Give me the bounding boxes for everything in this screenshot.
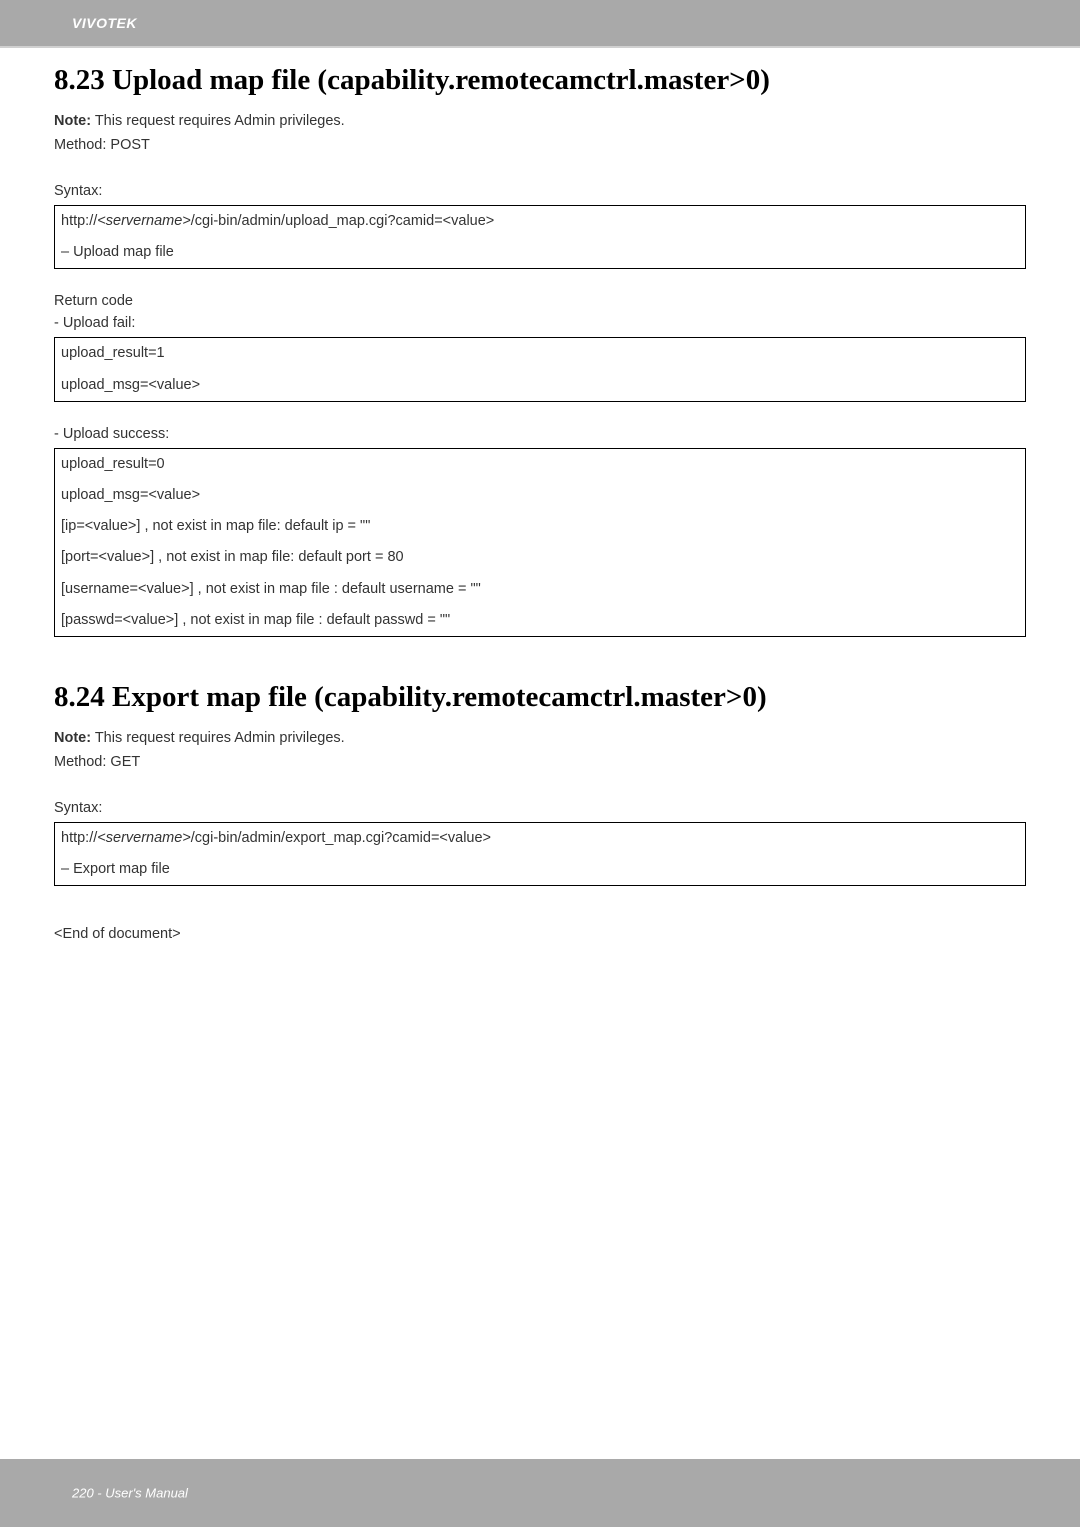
- method-823: Method: POST: [54, 137, 1026, 153]
- upload-fail-label: - Upload fail:: [54, 315, 1026, 331]
- success-line-3: [ip=<value>] , not exist in map file: de…: [55, 511, 1025, 542]
- success-line-4: [port=<value>] , not exist in map file: …: [55, 542, 1025, 573]
- syntax-url-path-824: /cgi-bin/admin/export_map.cgi?camid=<val…: [191, 830, 491, 846]
- syntax-url-path: /cgi-bin/admin/upload_map.cgi?camid=<val…: [191, 213, 494, 229]
- syntax-line-1: http://<servername>/cgi-bin/admin/upload…: [55, 206, 1025, 237]
- section-heading-824: 8.24 Export map file (capability.remotec…: [54, 681, 1026, 714]
- success-line-1: upload_result=0: [55, 449, 1025, 480]
- end-of-document: <End of document>: [54, 926, 1026, 942]
- syntax-line-2: – Upload map file: [55, 237, 1025, 268]
- syntax-url-proto: http://: [61, 213, 97, 229]
- syntax-url-proto-824: http://: [61, 830, 97, 846]
- note-text-824: This request requires Admin privileges.: [91, 730, 345, 746]
- success-line-2: upload_msg=<value>: [55, 480, 1025, 511]
- syntax-line-1-824: http://<servername>/cgi-bin/admin/export…: [55, 823, 1025, 854]
- success-line-5: [username=<value>] , not exist in map fi…: [55, 574, 1025, 605]
- fail-line-1: upload_result=1: [55, 338, 1025, 369]
- note-label: Note:: [54, 113, 91, 129]
- page-content: 8.23 Upload map file (capability.remotec…: [0, 48, 1080, 942]
- syntax-label-823: Syntax:: [54, 183, 1026, 199]
- syntax-url-servername-824: <servername>: [97, 830, 191, 846]
- method-824: Method: GET: [54, 754, 1026, 770]
- syntax-box-824: http://<servername>/cgi-bin/admin/export…: [54, 822, 1026, 886]
- success-line-6: [passwd=<value>] , not exist in map file…: [55, 605, 1025, 636]
- return-code-label: Return code: [54, 293, 1026, 309]
- header-bar: VIVOTEK: [0, 0, 1080, 48]
- success-box: upload_result=0 upload_msg=<value> [ip=<…: [54, 448, 1026, 637]
- section-heading-823: 8.23 Upload map file (capability.remotec…: [54, 64, 1026, 97]
- fail-line-2: upload_msg=<value>: [55, 370, 1025, 401]
- syntax-url-servername: <servername>: [97, 213, 191, 229]
- syntax-label-824: Syntax:: [54, 800, 1026, 816]
- syntax-line-2-824: – Export map file: [55, 854, 1025, 885]
- footer-text: 220 - User's Manual: [72, 1486, 188, 1501]
- footer-bar: 220 - User's Manual: [0, 1459, 1080, 1527]
- note-823: Note: This request requires Admin privil…: [54, 113, 1026, 129]
- syntax-box-823: http://<servername>/cgi-bin/admin/upload…: [54, 205, 1026, 269]
- note-text: This request requires Admin privileges.: [91, 113, 345, 129]
- note-824: Note: This request requires Admin privil…: [54, 730, 1026, 746]
- fail-box: upload_result=1 upload_msg=<value>: [54, 337, 1026, 401]
- upload-success-label: - Upload success:: [54, 426, 1026, 442]
- note-label-824: Note:: [54, 730, 91, 746]
- brand-text: VIVOTEK: [72, 15, 137, 31]
